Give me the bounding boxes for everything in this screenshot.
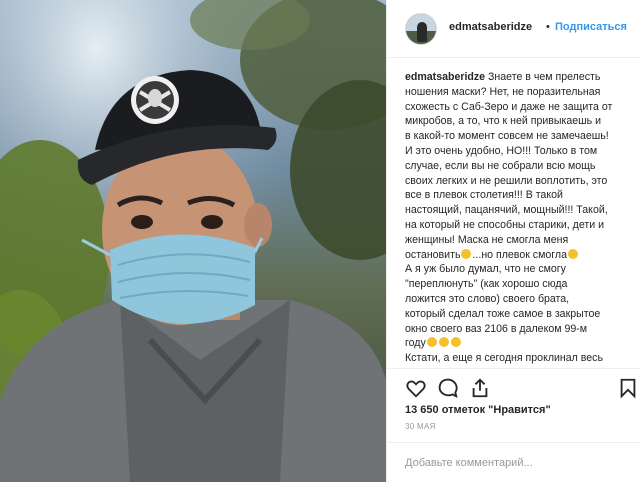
post-header: edmatsaberidze • Подписаться bbox=[387, 0, 640, 58]
avatar[interactable] bbox=[405, 13, 437, 45]
heart-icon[interactable] bbox=[405, 377, 427, 399]
emoji-icon bbox=[567, 248, 578, 259]
raiders-logo bbox=[131, 76, 179, 124]
caption-line: окно своего ваз 2106 в далеком 99-м bbox=[405, 322, 588, 335]
likes-count[interactable]: 13 650 отметок "Нравится" bbox=[405, 404, 551, 416]
caption-line: настоящий, пацанячий, мощный!!! Такой, bbox=[405, 204, 608, 217]
caption-line: случае, если вы не собрали всю мощь bbox=[405, 159, 596, 172]
caption-line: "переплюнуть" (как хорошо сюда bbox=[405, 278, 568, 291]
laughing-emoji-icon bbox=[438, 337, 449, 348]
username-link[interactable]: edmatsaberidze bbox=[449, 21, 532, 33]
caption-line: все в плевок столетия!!! В такой bbox=[405, 189, 563, 202]
caption-line: И это очень удобно, НО!!! Только в том bbox=[405, 144, 598, 157]
post-actions bbox=[387, 368, 640, 404]
caption-line: в какой-то момент совсем не замечаешь! bbox=[405, 130, 609, 143]
caption-line: схожесть с Саб-Зеро и даже не защита от bbox=[405, 100, 613, 113]
post-date: 30 МАЯ bbox=[405, 422, 436, 431]
photo-illustration bbox=[0, 0, 386, 482]
caption-line: Кстати, а еще я сегодня проклинал весь bbox=[405, 352, 604, 365]
post-side-panel: edmatsaberidze • Подписаться edmatsaberi… bbox=[386, 0, 640, 482]
caption-line: на который не способны старики, дети и bbox=[405, 218, 605, 231]
laughing-emoji-icon bbox=[450, 337, 461, 348]
caption-scroll-area[interactable]: edmatsaberidze Знаете в чем прелесть нош… bbox=[387, 58, 640, 368]
share-icon[interactable] bbox=[469, 377, 491, 399]
caption-line: ношения маски? Нет, не поразительная bbox=[405, 85, 601, 98]
emoji-icon bbox=[461, 248, 472, 259]
bookmark-icon[interactable] bbox=[617, 377, 639, 399]
caption-username[interactable]: edmatsaberidze bbox=[405, 71, 485, 83]
caption-line: ...но плевок смогла bbox=[472, 248, 567, 261]
caption-line: Знаете в чем прелесть bbox=[488, 71, 601, 83]
caption-line: году bbox=[405, 337, 426, 350]
separator-dot: • bbox=[546, 21, 550, 33]
comment-icon[interactable] bbox=[437, 377, 459, 399]
comment-input[interactable] bbox=[405, 453, 625, 473]
laughing-emoji-icon bbox=[426, 337, 437, 348]
caption-line: остановить bbox=[405, 248, 461, 261]
post-caption: edmatsaberidze Знаете в чем прелесть нош… bbox=[405, 70, 633, 366]
caption-line: который сделал тоже самое в закрытое bbox=[405, 307, 601, 320]
caption-line: А я уж было думал, что не смогу bbox=[405, 263, 566, 276]
comment-box bbox=[387, 442, 640, 482]
follow-button[interactable]: Подписаться bbox=[555, 21, 627, 33]
caption-line: ложится это слово) своего брата, bbox=[405, 292, 570, 305]
post-photo[interactable] bbox=[0, 0, 386, 482]
caption-line: микробов, а то, что к ней привыкаешь и bbox=[405, 115, 602, 128]
caption-line: женщины! Маска не смогла меня bbox=[405, 233, 569, 246]
caption-line: своих легких и не решили воплотить, это bbox=[405, 174, 608, 187]
